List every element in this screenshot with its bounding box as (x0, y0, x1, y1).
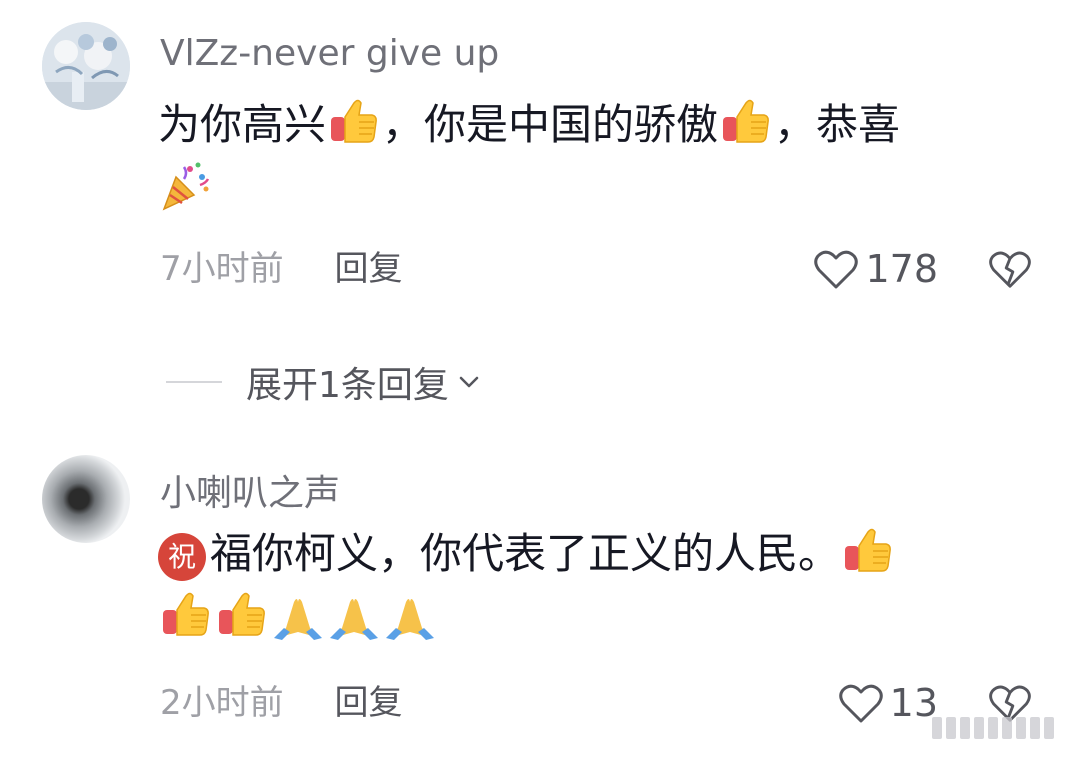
comment-text-part: ，恭喜 (774, 100, 901, 149)
comment-text-part: 福你柯义，你代表了正义的人民。 (210, 529, 841, 578)
comment-text: 祝福你柯义，你代表了正义的人民。 (158, 522, 998, 650)
broken-heart-icon (988, 248, 1032, 290)
comment-item: VlZz-never give up 为你高兴 ，你是中国的骄傲 ，恭喜 7小时前 … (0, 0, 1080, 340)
folded-hands-emoji (328, 588, 380, 640)
comment-text-part: ，你是中国的骄傲 (382, 100, 719, 149)
like-button[interactable]: 178 (813, 244, 938, 294)
avatar[interactable] (42, 22, 130, 110)
chevron-down-icon (459, 376, 479, 388)
username[interactable]: 小喇叭之声 (160, 464, 340, 516)
folded-hands-emoji (272, 588, 324, 640)
comment-meta: 2小时前 回复 (160, 678, 402, 728)
zhu-badge-emoji: 祝 (158, 533, 206, 581)
thumbs-up-emoji (216, 588, 268, 640)
expand-replies-button[interactable]: 展开1条回复 (166, 352, 481, 412)
thumbs-up-emoji (720, 95, 772, 147)
comment-item: 小喇叭之声 祝福你柯义，你代表了正义的人民。 2小时前 回复 13 (0, 440, 1080, 759)
reply-button[interactable]: 回复 (334, 683, 402, 723)
heart-outline-icon (813, 248, 859, 290)
comment-text-part: 为你高兴 (158, 100, 327, 149)
divider-line (166, 381, 222, 383)
folded-hands-emoji (384, 588, 436, 640)
like-count: 13 (889, 681, 938, 725)
heart-outline-icon (838, 682, 884, 724)
dislike-button[interactable] (988, 244, 1034, 294)
timestamp: 7小时前 (160, 249, 284, 289)
reply-button[interactable]: 回复 (334, 249, 402, 289)
avatar[interactable] (42, 455, 130, 543)
watermark (932, 715, 1054, 741)
like-button[interactable]: 13 (838, 678, 938, 728)
expand-replies-label: 展开1条回复 (246, 365, 449, 406)
like-count: 178 (865, 247, 938, 291)
thumbs-up-emoji (160, 588, 212, 640)
comment-text: 为你高兴 ，你是中国的骄傲 ，恭喜 (158, 93, 998, 221)
party-popper-emoji (160, 159, 212, 211)
thumbs-up-emoji (842, 524, 894, 576)
timestamp: 2小时前 (160, 683, 284, 723)
thumbs-up-emoji (328, 95, 380, 147)
username[interactable]: VlZz-never give up (160, 33, 499, 74)
comment-meta: 7小时前 回复 (160, 244, 402, 294)
